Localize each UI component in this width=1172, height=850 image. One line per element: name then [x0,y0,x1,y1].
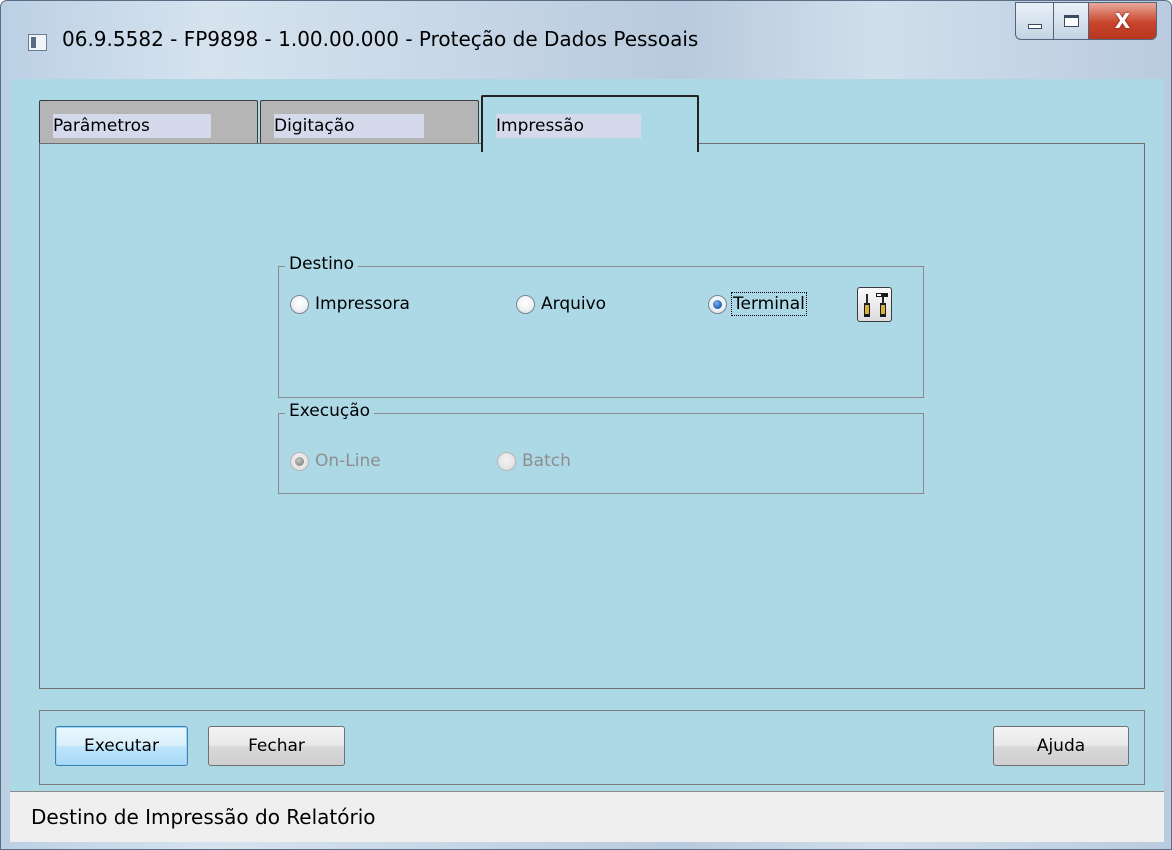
radio-terminal-circle[interactable] [708,294,727,314]
radio-batch-label: Batch [522,451,571,471]
app-window-icon[interactable] [28,34,47,51]
destino-group: Destino [278,254,924,398]
executar-button[interactable]: Executar [55,726,188,766]
button-bar: Executar Fechar Ajuda [39,710,1145,785]
radio-online[interactable]: On-Line [290,451,381,471]
radio-online-circle[interactable] [290,451,309,471]
tab-parametros[interactable]: Parâmetros [39,100,258,148]
window-controls: X [1015,2,1157,40]
printer-config-button[interactable] [857,287,892,322]
maximize-button[interactable] [1053,2,1089,40]
radio-terminal[interactable]: Terminal [708,292,807,316]
radio-batch[interactable]: Batch [497,451,571,471]
radio-terminal-label: Terminal [731,292,807,316]
radio-arquivo-circle[interactable] [516,294,535,314]
radio-impressora-circle[interactable] [290,294,309,314]
window-title: 06.9.5582 - FP9898 - 1.00.00.000 - Prote… [62,27,699,51]
tab-panel-impressao: Destino Impressora Arquivo Terminal Exec… [39,143,1145,689]
app-window: 06.9.5582 - FP9898 - 1.00.00.000 - Prote… [0,0,1172,850]
title-bar[interactable]: 06.9.5582 - FP9898 - 1.00.00.000 - Prote… [1,1,1171,79]
radio-online-label: On-Line [315,451,381,471]
tools-icon [864,293,888,317]
tab-parametros-text: Parâmetros [53,116,150,136]
tab-impressao[interactable]: Impressão [481,95,699,152]
minimize-button[interactable] [1015,2,1053,40]
tab-label: Digitação [274,114,424,138]
tab-label: Impressão [496,114,641,138]
ajuda-button[interactable]: Ajuda [993,726,1129,766]
close-button[interactable]: X [1089,2,1157,40]
close-icon: X [1114,9,1131,33]
tab-digitacao[interactable]: Digitação [260,100,479,148]
minimize-icon [1027,23,1042,29]
client-area: Parâmetros Digitação Impressão Destino I… [10,79,1164,842]
tab-digitacao-text: Digitação [274,116,355,136]
maximize-icon [1063,15,1079,27]
fechar-button[interactable]: Fechar [208,726,345,766]
destino-group-label: Destino [285,254,358,274]
radio-arquivo[interactable]: Arquivo [516,294,606,314]
execucao-group-label: Execução [285,401,375,421]
status-bar: Destino de Impressão do Relatório [10,791,1164,842]
tab-impressao-text: Impressão [496,116,584,136]
radio-impressora-label: Impressora [315,294,410,314]
radio-arquivo-label: Arquivo [541,294,607,314]
tab-label: Parâmetros [53,114,211,138]
radio-batch-circle[interactable] [497,451,516,471]
status-text: Destino de Impressão do Relatório [31,805,376,829]
radio-impressora[interactable]: Impressora [290,294,410,314]
